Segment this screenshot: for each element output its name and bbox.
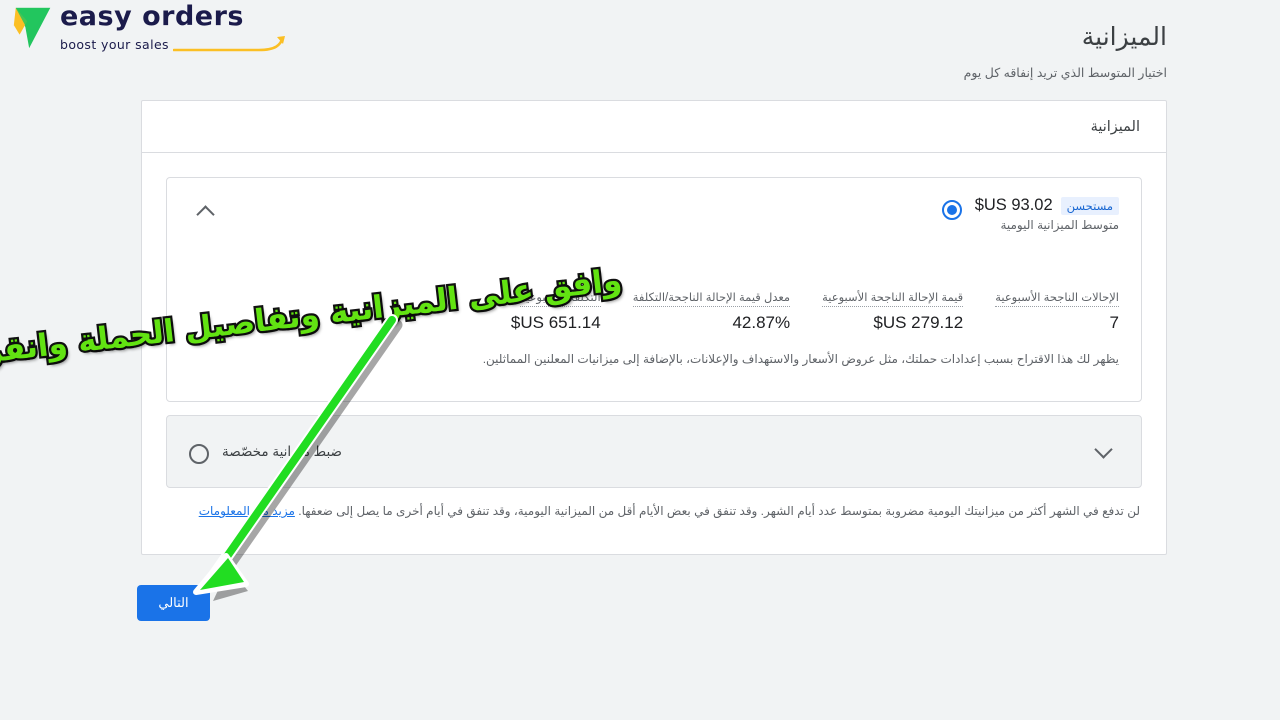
expand-custom-button[interactable] — [1087, 436, 1119, 468]
custom-budget-label: ضبط ميزانية مخصّصة — [222, 443, 343, 459]
chevron-up-icon — [195, 204, 215, 224]
page-title: الميزانية — [1081, 23, 1167, 51]
recommended-budget-amount: $US 93.02 — [974, 196, 1053, 214]
stat-item: معدل قيمة الإحالة الناجحة/التكلفة 42.87% — [601, 288, 791, 333]
custom-budget-radio[interactable] — [189, 443, 209, 464]
easy-orders-logo-icon — [13, 7, 51, 49]
custom-budget-option[interactable]: ضبط ميزانية مخصّصة — [166, 415, 1142, 488]
more-info-link[interactable]: مزيد من المعلومات — [199, 504, 295, 518]
recommended-budget-radio[interactable] — [941, 200, 962, 220]
recommended-option-note: يظهر لك هذا الاقتراح بسبب إعدادات حملتك،… — [482, 352, 1119, 366]
chevron-down-icon — [1093, 440, 1113, 459]
brand-logo[interactable]: easy orders boost your sales — [8, 2, 285, 54]
recommended-budget-option[interactable]: $US 93.02 مستحسن متوسط الميزانية اليومية… — [166, 177, 1142, 402]
stat-label: الإحالات الناجحة الأسبوعية — [995, 291, 1119, 307]
page-subtitle: اختيار المتوسط الذي تريد إنفاقه كل يوم — [963, 66, 1167, 80]
budget-footer-note-text: لن تدفع في الشهر أكثر من ميزانيتك اليومي… — [298, 504, 1140, 518]
stat-item: التكلفة الأسبوعية $US 651.14 — [449, 288, 601, 333]
arrow-swoosh-icon — [172, 36, 285, 52]
stat-value: 42.87% — [732, 313, 791, 332]
stat-label: التكلفة الأسبوعية — [519, 291, 601, 307]
stat-value: $US 651.14 — [510, 313, 601, 332]
budget-card-header: الميزانية — [142, 101, 1166, 153]
brand-tagline: boost your sales — [60, 36, 169, 52]
budget-footer-note: لن تدفع في الشهر أكثر من ميزانيتك اليومي… — [166, 502, 1142, 520]
next-button[interactable]: التالي — [137, 585, 210, 621]
budget-stats: الإحالات الناجحة الأسبوعية 7 قيمة الإحال… — [189, 288, 1119, 333]
stat-value: 7 — [1109, 313, 1119, 332]
budget-card-body: $US 93.02 مستحسن متوسط الميزانية اليومية… — [142, 153, 1166, 544]
collapse-recommended-button[interactable] — [189, 196, 221, 228]
stat-item: قيمة الإحالة الناجحة الأسبوعية $US 279.1… — [790, 288, 964, 333]
stat-label: معدل قيمة الإحالة الناجحة/التكلفة — [632, 291, 791, 307]
stat-item: الإحالات الناجحة الأسبوعية 7 — [963, 288, 1119, 333]
recommended-badge: مستحسن — [1060, 196, 1119, 215]
top-bar: easy orders boost your sales الميزانية ا… — [0, 0, 1280, 92]
recommended-budget-sublabel: متوسط الميزانية اليومية — [1000, 218, 1119, 232]
budget-card: الميزانية $US 93.02 مستحسن متوسط الميزان… — [141, 100, 1167, 555]
budget-card-title: الميزانية — [1090, 118, 1140, 135]
stat-label: قيمة الإحالة الناجحة الأسبوعية — [822, 291, 964, 307]
brand-name: easy orders — [60, 1, 244, 32]
stat-value: $US 279.12 — [873, 313, 964, 332]
recommended-option-heading: $US 93.02 مستحسن متوسط الميزانية اليومية — [941, 196, 1119, 232]
